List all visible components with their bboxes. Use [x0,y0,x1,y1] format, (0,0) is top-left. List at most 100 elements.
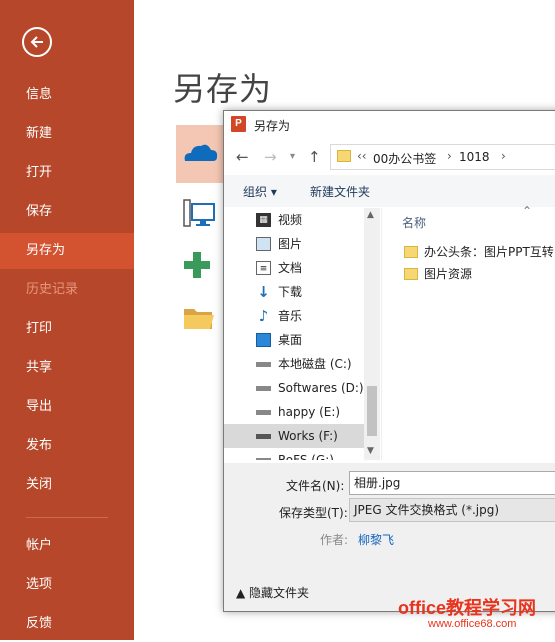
scroll-down-icon[interactable]: ▼ [367,446,374,456]
browse-folder-icon [184,309,214,329]
breadcrumb-separator[interactable]: › [447,149,452,163]
nav-close[interactable]: 关闭 [0,467,134,503]
tree-item-documents[interactable]: ≡ 文档 [224,256,364,280]
nav-info[interactable]: 信息 [0,77,134,113]
nav-save[interactable]: 保存 [0,194,134,230]
tree-label: 音乐 [278,309,303,323]
tree-label: Works (F:) [278,429,338,443]
tree-label: RoFS (G:) [278,453,334,460]
column-header-name[interactable]: 名称 [402,214,426,231]
save-location-add-place[interactable] [176,240,224,298]
nav-export[interactable]: 导出 [0,389,134,425]
tree-item-pictures[interactable]: 图片 [224,232,364,256]
organize-button[interactable]: 组织 ▾ [243,183,277,200]
drive-icon [256,458,271,460]
nav-open[interactable]: 打开 [0,155,134,191]
scroll-up-icon[interactable]: ▲ [367,210,374,220]
list-item-label: 办公头条：图片PPT互转 [424,245,554,259]
new-folder-button[interactable]: 新建文件夹 [310,183,370,200]
video-icon: ▦ [256,213,271,227]
folder-icon [404,268,418,280]
filename-input[interactable]: 相册.jpg [349,471,555,495]
nav-print[interactable]: 打印 [0,311,134,347]
tree-item-drive-c[interactable]: 本地磁盘 (C:) [224,352,364,376]
tree-item-downloads[interactable]: ↓ 下载 [224,280,364,304]
dialog-titlebar: P 另存为 [224,111,555,139]
tree-label: 文档 [278,261,303,275]
backstage-sidebar: 信息 新建 打开 保存 另存为 历史记录 打印 共享 导出 发布 关闭 帐户 选… [0,0,134,640]
desktop-icon [256,333,271,347]
onedrive-icon [184,144,218,161]
music-icon: ♪ [258,307,269,325]
filetype-select[interactable]: JPEG 文件交换格式 (*.jpg) [349,498,555,522]
up-folder-icon[interactable]: ↑ [308,148,321,166]
nav-options[interactable]: 选项 [0,567,134,603]
scrollbar-thumb[interactable] [367,386,377,436]
nav-scrollbar[interactable]: ▲ ▼ [364,208,380,460]
add-place-icon [184,252,210,278]
tree-label: 图片 [278,237,303,251]
save-as-dialog: P 另存为 ← → ▾ ↑ ‹‹ 00办公书签 › 1018 › 组织 ▾ 新建… [223,110,555,612]
pictures-icon [256,237,271,251]
back-nav-icon[interactable]: ← [236,148,249,166]
save-location-browse[interactable] [176,293,224,351]
drive-icon [256,386,271,391]
dialog-title: 另存为 [254,119,291,133]
tree-item-drive-f[interactable]: Works (F:) [224,424,364,448]
powerpoint-icon: P [231,116,246,132]
save-form: 文件名(N): 相册.jpg 保存类型(T): JPEG 文件交换格式 (*.j… [224,463,555,611]
watermark-url: www.office68.com [428,618,517,630]
breadcrumb-folder-2[interactable]: 1018 [459,150,490,164]
filename-label: 文件名(N): [286,479,345,493]
nav-publish[interactable]: 发布 [0,428,134,464]
navigation-pane: ▦ 视频 图片 ≡ 文档 ↓ 下载 ♪ 音乐 桌面 本地磁盘 (C:) Soft… [224,208,380,460]
breadcrumb-folder-1[interactable]: 00办公书签 [373,150,436,167]
back-button[interactable] [22,27,52,57]
nav-history[interactable]: 历史记录 [0,272,134,308]
file-list: ⌃ 名称 办公头条：图片PPT互转 图片资源 [381,204,555,460]
tree-item-music[interactable]: ♪ 音乐 [224,304,364,328]
nav-account[interactable]: 帐户 [0,528,134,564]
tree-label: 桌面 [278,333,303,347]
list-item-label: 图片资源 [424,267,473,281]
watermark-text: office教程学习网 [398,598,537,618]
back-arrow-icon [30,36,43,48]
nav-new[interactable]: 新建 [0,116,134,152]
recent-dropdown-icon[interactable]: ▾ [290,151,295,162]
tree-item-drive-e[interactable]: happy (E:) [224,400,364,424]
hide-folders-button[interactable]: ▲ 隐藏文件夹 [236,584,309,601]
nav-save-as[interactable]: 另存为 [0,233,134,269]
save-location-onedrive[interactable] [176,125,224,183]
sidebar-divider [26,517,108,518]
tree-item-drive-g[interactable]: RoFS (G:) [224,448,364,460]
this-pc-icon [183,199,215,227]
drive-icon [256,362,271,367]
tree-label: 下载 [278,285,303,299]
folder-icon [404,246,418,258]
tree-label: happy (E:) [278,405,341,419]
drive-icon [256,434,271,439]
filetype-label: 保存类型(T): [279,506,348,520]
sort-chevron-icon[interactable]: ⌃ [522,204,532,218]
author-value[interactable]: 柳黎飞 [358,531,394,548]
tree-label: 视频 [278,213,303,227]
drive-icon [256,410,271,415]
nav-feedback[interactable]: 反馈 [0,606,134,642]
breadcrumb-separator[interactable]: › [501,149,506,163]
address-bar[interactable]: ‹‹ 00办公书签 › 1018 › [330,144,555,170]
tree-item-desktop[interactable]: 桌面 [224,328,364,352]
tree-item-videos[interactable]: ▦ 视频 [224,208,364,232]
documents-icon: ≡ [256,261,271,275]
tree-label: Softwares (D:) [278,381,364,395]
address-row: ← → ▾ ↑ ‹‹ 00办公书签 › 1018 › [224,142,555,172]
page-title: 另存为 [173,70,273,108]
dialog-toolbar: 组织 ▾ 新建文件夹 [224,175,555,207]
download-icon: ↓ [257,283,270,301]
author-label: 作者: [320,533,349,547]
nav-share[interactable]: 共享 [0,350,134,386]
forward-nav-icon[interactable]: → [264,148,277,166]
breadcrumb-overflow[interactable]: ‹‹ [357,149,367,163]
tree-item-drive-d[interactable]: Softwares (D:) [224,376,364,400]
tree-label: 本地磁盘 (C:) [278,357,352,371]
folder-icon [337,150,351,162]
